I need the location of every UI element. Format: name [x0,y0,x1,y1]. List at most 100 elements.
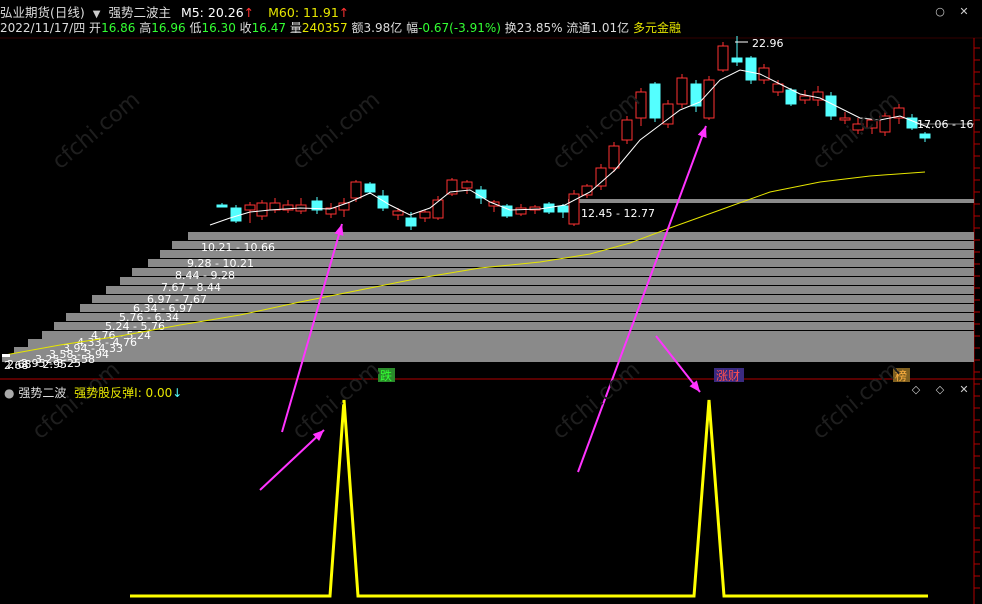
volume-value: 240357 [301,21,348,35]
candle-body [515,207,527,215]
candle-up [282,200,294,213]
candle-up [350,180,362,202]
candle-down [745,56,757,84]
price-zone-label: 10.21 - 10.66 [201,241,275,254]
volume-profile-bar [66,313,974,321]
candle-down [690,80,702,112]
candle-body [230,207,242,222]
candle-body [745,57,757,81]
sector-tag[interactable]: 多元金融 [633,21,681,35]
volume-profile-bar [28,339,974,347]
candle-body [364,183,376,193]
right-price-label: 17.06 - 16 [917,118,973,131]
candle-body [649,83,661,119]
candle-down [230,205,242,223]
candle-body [405,217,417,227]
chart-header-title-row: 弘业期货(日线) ▼ 强势二波主 M5: 20.26↑ M60: 11.91↑ [0,2,353,20]
volume-profile-bar [160,250,974,258]
signal-line [130,399,928,598]
candle-body [839,117,851,121]
candle-down [919,132,931,142]
window-close-icon[interactable]: ○ [934,6,946,18]
candle-body [350,181,362,199]
candle-up [461,180,473,194]
change-label: 幅 [406,21,419,35]
volume-profile-bar [148,259,974,267]
panel-settings-icon[interactable]: ◇ [910,384,922,396]
amount-value: 额3.98亿 [351,21,403,35]
ma5-up-arrow-icon: ↑ [243,5,255,20]
high-label: 高 [139,21,152,35]
watermark-text: cfchi.com [548,357,645,444]
candle-body [216,204,228,208]
close-value: 16.47 [251,21,287,35]
candle-down [825,92,837,120]
quote-date: 2022/11/17/四 [0,21,86,35]
candle-body [703,79,715,119]
candle-down [364,182,376,194]
candle-down [216,203,228,208]
candle-body [731,57,743,63]
candle-body [717,45,729,71]
ma60-up-arrow-icon: ↑ [338,5,350,20]
candle-down [311,197,323,214]
sub-panel-title[interactable]: 强势二波 [18,386,66,400]
volume-profile-bar [2,354,974,362]
low-value: 16.30 [201,21,236,35]
candle-body [392,210,404,216]
volume-profile-bar [42,331,974,339]
open-label: 开 [89,21,102,35]
volume-profile-bar [106,286,974,294]
candle-up [772,80,784,96]
chart-header-quote-row: 2022/11/17/四 开16.86 高16.96 低16.30 收16.47… [0,19,681,35]
volume-profile-bar [92,295,974,303]
candle-body [595,167,607,187]
arrow-main-right-head [697,126,707,138]
candle-up [812,86,824,106]
candle-up [325,203,337,218]
candle-body [377,195,389,209]
candle-up [432,196,444,220]
panel-expand-icon[interactable]: ◇ [934,384,946,396]
candle-up [676,74,688,108]
candle-body [432,199,444,219]
watermark-text: cfchi.com [48,87,145,174]
candle-up [392,208,404,220]
candle-body [557,205,569,213]
main-price-chart[interactable]: 12.45 - 12.7710.21 - 10.669.28 - 10.218.… [0,0,982,604]
high-value: 16.96 [151,21,186,35]
watermark-text: cfchi.com [288,87,385,174]
candle-body [799,95,811,101]
close-label: 收 [239,21,252,35]
candle-body [244,204,256,211]
candle-body [825,95,837,117]
volume-profile-bar [132,268,974,276]
low-marker [2,354,10,357]
candle-up [295,198,307,214]
candle-up [338,198,350,217]
candle-up [799,90,811,104]
candle-down [501,204,513,218]
price-zone-label: 12.45 - 12.77 [581,207,655,220]
volume-profile-bar [80,304,974,312]
candle-body [608,145,620,169]
watermark-text: cfchi.com [288,357,385,444]
panel-close-x-icon[interactable]: ✕ [958,384,970,396]
candle-body [461,181,473,189]
ma5-value: M5: 20.26 [180,5,244,20]
change-value: -0.67(-3.91%) [418,21,501,35]
candle-body [256,202,268,217]
candle-up [269,198,281,213]
high-price-annotation: 22.96 [752,37,784,50]
signal-down-arrow-icon: ↓ [172,386,183,400]
low-label: 低 [189,21,202,35]
open-value: 16.86 [101,21,136,35]
volume-profile-bar [568,199,974,203]
candle-body [419,211,431,219]
candle-up [568,190,580,226]
window-close-x-icon[interactable]: ✕ [958,6,970,18]
candle-up [419,210,431,222]
candle-up [703,76,715,120]
sub-panel-settings-icon[interactable]: ● [4,386,14,400]
signal-value: 强势股反弹I: 0.00 [74,386,173,400]
